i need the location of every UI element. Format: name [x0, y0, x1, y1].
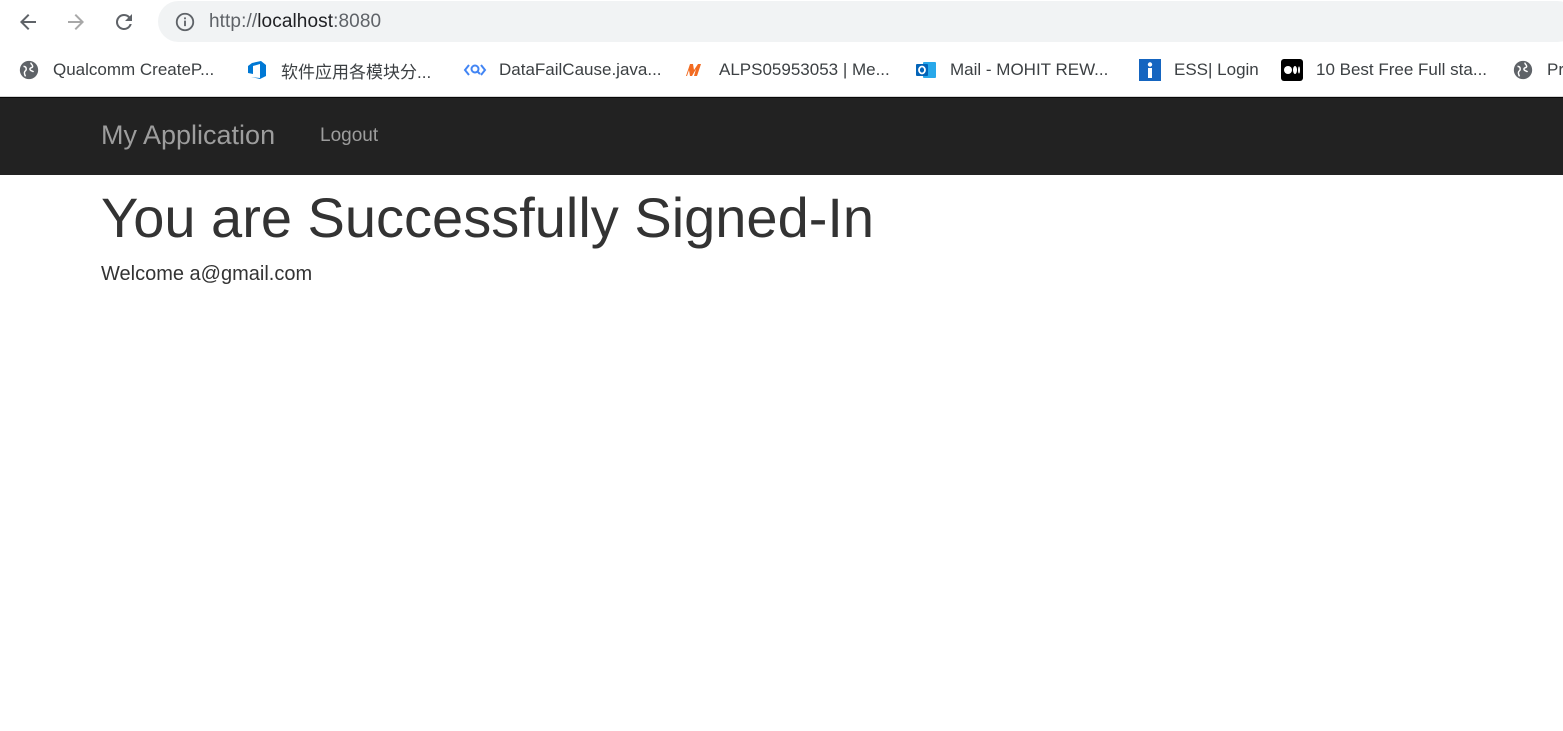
bookmark-item[interactable]: ESS| Login [1138, 56, 1259, 84]
page-title: You are Successfully Signed-In [101, 186, 875, 249]
main-content: You are Successfully Signed-In Welcome a… [0, 175, 1563, 286]
bookmark-item[interactable]: DataFailCause.java... [463, 56, 662, 84]
bookmark-label: Mail - MOHIT REW... [950, 60, 1109, 79]
browser-toolbar: http://localhost:8080 [0, 0, 1563, 44]
url-text: http://localhost:8080 [209, 11, 381, 33]
site-info-icon[interactable] [173, 10, 197, 34]
medium-icon [1280, 58, 1304, 82]
outlook-icon [914, 58, 938, 82]
bookmark-label: 软件应用各模块分... [281, 62, 432, 82]
bookmark-label: DataFailCause.java... [499, 60, 662, 79]
url-host: localhost [257, 10, 334, 32]
bookmarks-bar: Qualcomm CreateP... 软件应用各模块分... DataFail… [0, 44, 1563, 97]
address-bar[interactable]: http://localhost:8080 [158, 1, 1563, 42]
welcome-message: Welcome a@gmail.com [101, 263, 313, 285]
reload-icon [115, 13, 132, 30]
info-icon [1138, 58, 1162, 82]
bookmark-item[interactable]: 软件应用各模块分... [245, 56, 431, 84]
app-brand-link[interactable]: My Application [101, 120, 275, 151]
reload-button[interactable] [108, 6, 140, 38]
bookmark-item[interactable]: Pr [1511, 56, 1563, 84]
code-search-icon [463, 58, 487, 82]
bookmark-item[interactable]: 10 Best Free Full sta... [1280, 56, 1487, 84]
bookmark-item[interactable]: ALPS05953053 | Me... [683, 56, 890, 84]
bookmark-label: ESS| Login [1174, 60, 1259, 79]
mediatek-icon [683, 58, 707, 82]
bookmark-item[interactable]: Mail - MOHIT REW... [914, 56, 1108, 84]
bookmark-label: ALPS05953053 | Me... [719, 60, 890, 79]
globe-icon [1511, 58, 1535, 82]
globe-icon [17, 58, 41, 82]
bookmark-label: Qualcomm CreateP... [53, 60, 215, 79]
bookmark-label: Pr [1547, 60, 1563, 79]
forward-arrow-icon [68, 14, 84, 30]
url-port: :8080 [333, 10, 382, 32]
logout-link[interactable]: Logout [320, 125, 378, 147]
bookmark-label: 10 Best Free Full sta... [1316, 60, 1488, 79]
azure-devops-icon [245, 58, 269, 82]
forward-button[interactable] [60, 6, 92, 38]
back-arrow-icon [20, 14, 36, 30]
app-navbar: My Application Logout [0, 97, 1563, 175]
bookmark-item[interactable]: Qualcomm CreateP... [17, 56, 214, 84]
back-button[interactable] [12, 6, 44, 38]
url-scheme: http:// [209, 10, 258, 32]
